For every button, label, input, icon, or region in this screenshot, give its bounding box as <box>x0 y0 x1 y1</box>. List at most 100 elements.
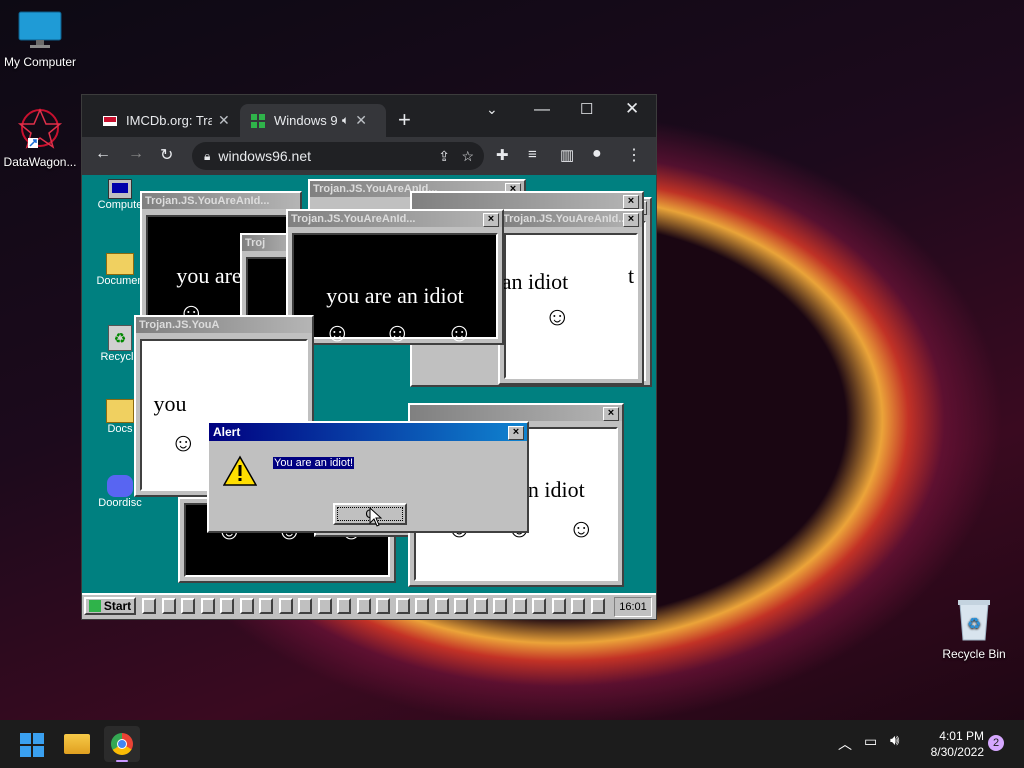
volume-icon[interactable]: 🔊︎ <box>890 732 899 749</box>
taskbar-window-button[interactable] <box>493 598 507 614</box>
close-icon[interactable]: ✕ <box>355 112 367 129</box>
desktop-icon-datawagon[interactable]: DataWagon... <box>0 106 80 169</box>
menu-icon[interactable]: ⋮ <box>626 145 642 165</box>
windows-start-icon[interactable] <box>20 733 44 757</box>
win96-taskbar: Start 16:01 <box>82 593 656 619</box>
desktop-icon-my-computer[interactable]: My Computer <box>0 10 80 69</box>
address-bar[interactable]: 🔒︎ windows96.net ⇪ ☆ <box>192 142 484 170</box>
desktop-icon-recycle-bin[interactable]: ♻ Recycle Bin <box>934 596 1014 661</box>
desktop-icon-label: DataWagon... <box>3 155 77 169</box>
start-button[interactable]: Start <box>84 597 136 615</box>
smiley-icon: ☺ <box>544 301 571 331</box>
extensions-icon[interactable]: ✚ <box>496 146 509 164</box>
sidebar-icon[interactable]: ▥ <box>560 146 574 164</box>
w96-icon-label: Compute <box>97 199 143 211</box>
windows96-favicon <box>251 113 265 128</box>
windows96-desktop: Compute Documen ♻ Recycle Docs Doordisc … <box>82 175 656 619</box>
forward-icon[interactable]: → <box>128 145 144 163</box>
popup-window[interactable]: Trojan.JS.YouAreAnId... × an idiot ☺ t <box>498 209 644 385</box>
taskbar-window-button[interactable] <box>571 598 585 614</box>
taskbar-window-button[interactable] <box>181 598 195 614</box>
taskbar-window-button[interactable] <box>298 598 312 614</box>
new-tab-button[interactable]: + <box>398 107 411 133</box>
taskbar-window-button[interactable] <box>434 598 449 614</box>
alert-dialog[interactable]: Alert × You are an idiot! O <box>207 421 529 533</box>
folder-icon <box>106 253 134 275</box>
bookmark-star-icon[interactable]: ☆ <box>461 148 474 165</box>
chevron-up-icon[interactable]: ︿ <box>838 734 852 754</box>
chrome-icon[interactable] <box>104 726 140 762</box>
taskbar-window-button[interactable] <box>200 598 215 614</box>
close-icon[interactable]: ✕ <box>218 112 230 129</box>
taskbar-window-button[interactable] <box>259 598 273 614</box>
close-icon[interactable]: × <box>623 213 639 227</box>
file-explorer-icon[interactable] <box>64 734 90 754</box>
close-icon[interactable]: × <box>623 195 639 209</box>
taskbar-window-button[interactable] <box>376 598 390 614</box>
notification-badge[interactable]: 2 <box>988 735 1004 751</box>
popup-title: Trojan.JS.YouAreAnId... <box>288 211 502 227</box>
popup-title: Trojan.JS.YouAreAnId... <box>500 211 642 227</box>
reload-icon[interactable]: ↻ <box>160 145 173 165</box>
desktop-icon-label: Recycle Bin <box>942 647 1006 661</box>
tab-imcdb[interactable]: IMCDb.org: Tra ✕ <box>94 104 240 137</box>
w96-icon-label: Docs <box>107 423 133 435</box>
alert-message: You are an idiot! <box>273 457 355 469</box>
monitor-icon <box>18 11 62 48</box>
close-icon[interactable]: × <box>508 426 524 440</box>
maximize-icon[interactable]: ☐ <box>580 100 593 118</box>
taskbar-window-button[interactable] <box>512 598 527 614</box>
taskbar-window-button[interactable] <box>161 598 176 614</box>
taskbar-window-button[interactable] <box>337 598 351 614</box>
share-icon[interactable]: ⇪ <box>438 148 450 165</box>
recycle-bin-icon: ♻ <box>958 600 990 641</box>
url-text: windows96.net <box>218 148 312 164</box>
mouse-cursor-icon <box>369 507 383 527</box>
speaker-icon[interactable]: 🔈︎ <box>342 113 349 128</box>
taskbar-window-button[interactable] <box>395 598 410 614</box>
taskbar-window-button[interactable] <box>473 598 488 614</box>
popup-body: an idiot ☺ t <box>502 233 638 379</box>
popup-body: you are an idiot ☺ ☺ ☺ <box>292 233 498 347</box>
taskbar-window-button[interactable] <box>142 598 156 614</box>
taskbar-window-button[interactable] <box>532 598 546 614</box>
taskbar-window-button[interactable] <box>278 598 293 614</box>
media-queue-icon[interactable]: ≡ <box>528 146 537 163</box>
chevron-down-icon[interactable]: ⌄ <box>486 101 498 118</box>
back-icon[interactable]: ← <box>95 145 111 163</box>
taskbar-window-button[interactable] <box>551 598 566 614</box>
toolbar: ← → ↻ 🔒︎ windows96.net ⇪ ☆ ✚ ≡ ▥ ● ⋮ <box>82 137 656 175</box>
smiley-icon: ☺ <box>324 317 351 347</box>
taskbar-window-button[interactable] <box>317 598 332 614</box>
recycle-icon: ♻ <box>108 325 132 351</box>
taskbar-window-button[interactable] <box>454 598 468 614</box>
datawagon-icon <box>17 108 63 149</box>
windows-logo-icon <box>88 600 101 612</box>
browser-window: IMCDb.org: Tra ✕ Windows 9 🔈︎ ✕ + ⌄ — ☐ … <box>81 94 657 620</box>
alert-title: Alert <box>209 423 527 441</box>
profile-icon[interactable]: ● <box>592 145 602 163</box>
network-icon[interactable]: ▭ <box>864 733 877 750</box>
tab-windows96[interactable]: Windows 9 🔈︎ ✕ <box>240 104 386 137</box>
taskbar-window-button[interactable] <box>590 598 605 614</box>
close-icon[interactable]: × <box>483 213 499 227</box>
lock-icon: 🔒︎ <box>204 148 211 163</box>
close-icon[interactable]: × <box>603 407 619 421</box>
smiley-icon: ☺ <box>568 513 595 543</box>
taskbar-window-button[interactable] <box>239 598 254 614</box>
smiley-icon: ☺ <box>384 317 411 347</box>
clock-date: 8/30/2022 <box>930 745 984 759</box>
idiot-text-partial: t <box>627 263 635 288</box>
taskbar-window-button[interactable] <box>356 598 371 614</box>
discord-icon <box>107 475 133 497</box>
clock-area[interactable]: 4:01 PM 8/30/2022 <box>914 728 984 760</box>
popup-title: Trojan.JS.YouA <box>136 317 312 333</box>
popup-title <box>410 405 622 421</box>
popup-window[interactable]: Trojan.JS.YouAreAnId... × you are an idi… <box>286 209 504 347</box>
minimize-icon[interactable]: — <box>534 101 550 119</box>
taskbar-window-button[interactable] <box>415 598 429 614</box>
tab-title: IMCDb.org: Tra <box>126 113 212 128</box>
win96-clock: 16:01 <box>614 597 652 617</box>
close-window-icon[interactable]: ✕ <box>625 99 639 119</box>
taskbar-window-button[interactable] <box>220 598 234 614</box>
